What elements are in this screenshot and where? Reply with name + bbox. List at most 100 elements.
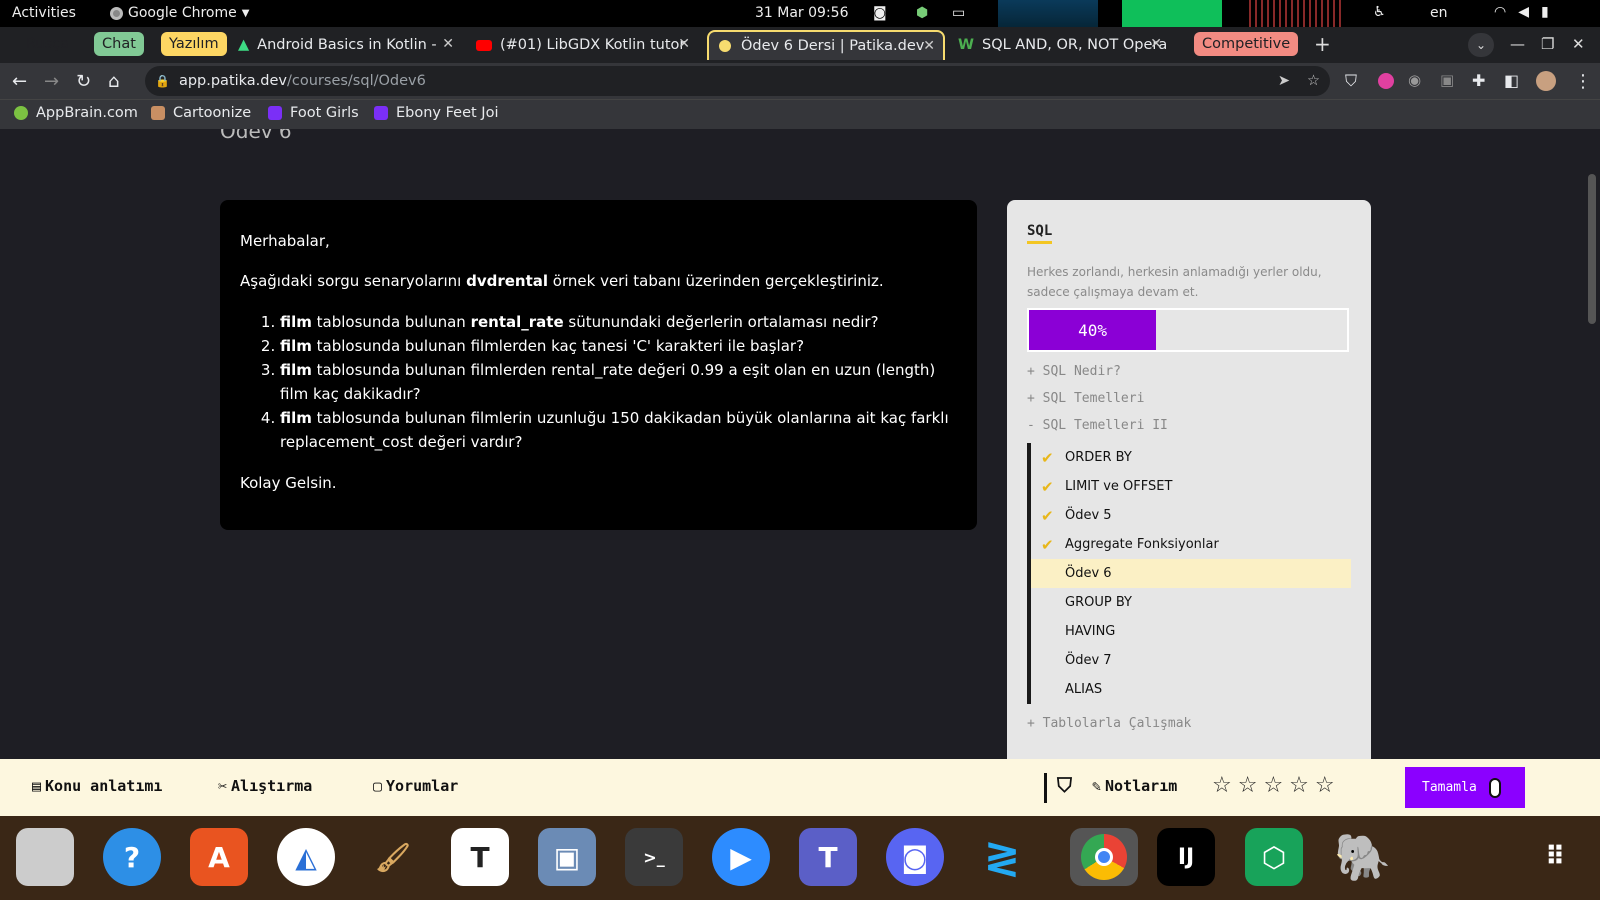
lesson-item[interactable]: ✔ ORDER BY [1031, 443, 1351, 472]
vscode-icon[interactable]: ≷ [973, 828, 1031, 886]
section-sql-temelleri-ii[interactable]: - SQL Temelleri II [1027, 418, 1351, 433]
teams-icon[interactable]: T [799, 828, 857, 886]
discord-tray-icon[interactable]: ◙ [873, 5, 887, 21]
bookmark-cartoonize[interactable]: Cartoonize [151, 105, 251, 121]
document-icon: ▤ [32, 777, 42, 795]
lesson-item[interactable]: ✔ LIMIT ve OFFSET [1031, 472, 1351, 501]
close-window-button[interactable]: ✕ [1572, 35, 1585, 53]
rating-stars[interactable]: ☆☆☆☆☆ [1212, 773, 1341, 798]
section-tablolarla-calismak[interactable]: + Tablolarla Çalışmak [1027, 716, 1351, 731]
lesson-item[interactable]: GROUP BY [1031, 588, 1351, 617]
media-player-icon[interactable]: ▣ [538, 828, 596, 886]
tab-odev6[interactable]: Ödev 6 Dersi | Patika.dev ✕ [707, 30, 945, 60]
camera-extension-icon[interactable]: ◉ [1408, 71, 1421, 89]
back-icon[interactable]: ← [12, 71, 27, 92]
close-icon[interactable]: ✕ [1150, 36, 1162, 52]
zoom-icon[interactable]: ▶ [712, 828, 770, 886]
tab-extension-icon[interactable]: ▣ [1440, 71, 1454, 89]
activities-button[interactable]: Activities [12, 5, 76, 21]
app-grid-icon[interactable]: ⠿ [1527, 828, 1585, 886]
bookmark-appbrain[interactable]: AppBrain.com [14, 105, 138, 121]
extensions-puzzle-icon[interactable]: ✚ [1472, 71, 1485, 90]
app-icon[interactable]: ⬡ [1245, 828, 1303, 886]
help-icon[interactable]: ? [103, 828, 161, 886]
bookmark-star-icon[interactable]: ☆ [1307, 73, 1320, 89]
lesson-item[interactable]: ✔ Aggregate Fonksiyonlar [1031, 530, 1351, 559]
alistirma-button[interactable]: ✂ Alıştırma [218, 777, 312, 795]
page-scrollbar[interactable] [1588, 174, 1596, 324]
f-icon [374, 106, 388, 120]
section-sql-nedir[interactable]: + SQL Nedir? [1027, 364, 1351, 379]
tab-group-rusca[interactable]: Rusça [18, 32, 77, 56]
text-editor-icon[interactable]: T [451, 828, 509, 886]
close-icon[interactable]: ✕ [442, 36, 454, 52]
system-tray[interactable]: ◠ ◀ ▮ [1494, 4, 1549, 20]
bookmark-icon[interactable]: ⛉ [1057, 773, 1072, 797]
lesson-label: LIMIT ve OFFSET [1065, 479, 1173, 494]
tab-libgdx[interactable]: (#01) LibGDX Kotlin tutor ✕ [470, 30, 698, 60]
extension-icon[interactable] [1378, 73, 1394, 89]
discord-icon[interactable]: ◙ [886, 828, 944, 886]
clock[interactable]: 31 Mar 09:56 [755, 5, 848, 21]
intellij-icon[interactable]: IJ [1157, 828, 1215, 886]
lesson-item[interactable]: Ödev 7 [1031, 646, 1351, 675]
section-sql-temelleri[interactable]: + SQL Temelleri [1027, 391, 1351, 406]
bookmark-foot-girls[interactable]: Foot Girls [268, 105, 359, 121]
android-studio-icon[interactable]: ◭ [277, 828, 335, 886]
lesson-item[interactable]: HAVING [1031, 617, 1351, 646]
lesson-item[interactable]: ✔ Ödev 5 [1031, 501, 1351, 530]
menu-kebab-icon[interactable]: ⋮ [1574, 71, 1592, 92]
button-label: Tamamla [1422, 780, 1477, 795]
new-tab-button[interactable]: + [1314, 32, 1331, 56]
yorumlar-button[interactable]: ▢ Yorumlar [373, 777, 458, 795]
terminal-icon[interactable]: >_ [625, 828, 683, 886]
notlarim-button[interactable]: ✎ Notlarım [1092, 777, 1177, 795]
tab-group-yazilim[interactable]: Yazılım [161, 32, 227, 56]
lock-icon[interactable]: 🔒 [155, 74, 170, 88]
question-item: film tablosunda bulunan rental_rate sütu… [280, 310, 957, 334]
bookmark-ebony-feet-joi[interactable]: Ebony Feet Joi [374, 105, 498, 121]
lesson-label: Ödev 7 [1065, 653, 1112, 668]
tab-group-competitive[interactable]: Competitive [1194, 32, 1299, 56]
profile-avatar[interactable] [1536, 71, 1556, 91]
tab-group-label: Rusça [26, 36, 70, 52]
files-icon[interactable] [16, 828, 74, 886]
reload-icon[interactable]: ↻ [76, 71, 91, 92]
tab-android-basics[interactable]: ▲ Android Basics in Kotlin - ✕ [234, 30, 462, 60]
tab-group-chat[interactable]: Chat [94, 32, 144, 56]
app-menu-label: Google Chrome [128, 5, 237, 21]
language-indicator[interactable]: en [1430, 5, 1448, 21]
loading-dot-icon [719, 40, 731, 52]
lesson-item[interactable]: ALIAS [1031, 675, 1351, 704]
minimize-button[interactable]: — [1510, 35, 1525, 53]
lesson-label: ORDER BY [1065, 450, 1132, 465]
home-icon[interactable]: ⌂ [108, 71, 119, 92]
check-icon: ✔ [1041, 535, 1054, 554]
tab-search-button[interactable]: ⌄ [1468, 33, 1494, 57]
check-icon: ✔ [1041, 506, 1054, 525]
paint-brush-icon[interactable]: 🖌 [364, 828, 422, 886]
forward-icon[interactable]: → [44, 71, 59, 92]
brave-shield-icon[interactable]: ⛉ [1345, 71, 1357, 91]
tamamla-button[interactable]: Tamamla [1405, 767, 1525, 808]
shield-tray-icon[interactable]: ⬢ [916, 5, 928, 21]
konu-anlatimi-button[interactable]: ▤ Konu anlatımı [32, 777, 162, 795]
question-item: film tablosunda bulunan filmlerden renta… [280, 358, 957, 406]
side-panel-icon[interactable]: ◧ [1504, 71, 1519, 90]
tab-group-label: Chat [102, 36, 136, 52]
intro-text: örnek veri tabanı üzerinden gerçekleştir… [548, 272, 884, 290]
lesson-label: Ödev 6 [1065, 566, 1112, 581]
postgresql-icon[interactable]: 🐘 [1334, 828, 1392, 886]
accessibility-icon[interactable]: ♿ [1373, 4, 1386, 20]
app-menu[interactable]: Google Chrome ▼ [110, 5, 249, 21]
monitor-tray-icon[interactable]: ▭ [952, 5, 965, 21]
restore-button[interactable]: ❐ [1541, 35, 1554, 53]
send-icon[interactable]: ➤ [1278, 73, 1290, 89]
address-bar[interactable]: 🔒 app.patika.dev/courses/sql/Odev6 ➤ ☆ [145, 66, 1330, 96]
chrome-dock-icon[interactable] [1070, 828, 1138, 886]
tab-sql-and-or-not[interactable]: W SQL AND, OR, NOT Opera ✕ [952, 30, 1170, 60]
software-center-icon[interactable]: A [190, 828, 248, 886]
lesson-item-current[interactable]: Ödev 6 [1031, 559, 1351, 588]
close-icon[interactable]: ✕ [678, 36, 690, 52]
close-icon[interactable]: ✕ [923, 38, 935, 54]
